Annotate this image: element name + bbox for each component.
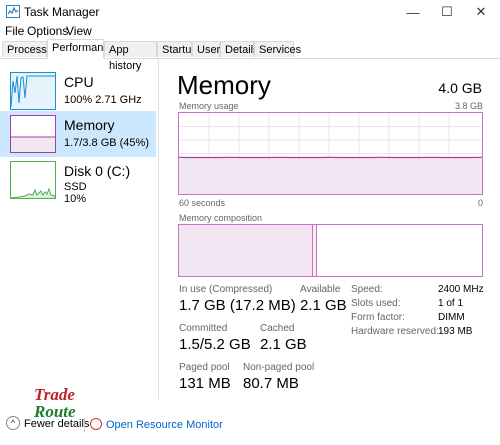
minimize-button[interactable]: — [396, 0, 430, 24]
menu-file[interactable]: File [5, 24, 24, 38]
tab-startup[interactable]: Startup [157, 41, 197, 57]
sidebar-item-memory[interactable]: Memory 1.7/3.8 GB (45%) [0, 111, 156, 157]
page-title: Memory [177, 70, 271, 100]
sidebar-item-cpu[interactable]: CPU 100% 2.71 GHz [0, 68, 156, 114]
memory-composition-bar [178, 224, 483, 277]
cpu-thumbnail-graph [10, 72, 56, 110]
fewer-details-link[interactable]: Fewer details [24, 418, 89, 430]
resource-monitor-icon[interactable] [90, 418, 102, 430]
memory-usage-max: 3.8 GB [454, 101, 483, 111]
window-title: Task Manager [24, 5, 100, 19]
available-value: 2.1 GB [300, 297, 347, 314]
time-axis-right: 0 [477, 198, 483, 208]
hardware-reserved-value: 193 MB [438, 326, 473, 337]
menu-view[interactable]: View [66, 24, 92, 38]
committed-label: Committed [179, 323, 228, 334]
sidebar-item-detail-2: 10% [64, 193, 87, 205]
slots-used-label: Slots used: [351, 298, 401, 309]
footer-divider [84, 418, 85, 432]
sidebar-item-label: Memory [64, 117, 115, 133]
cached-value: 2.1 GB [260, 336, 307, 353]
sidebar-item-label: Disk 0 (C:) [64, 163, 131, 179]
tab-details[interactable]: Details [220, 41, 259, 57]
paged-pool-label: Paged pool [179, 362, 230, 373]
composition-modified-segment [313, 225, 317, 276]
slots-used-value: 1 of 1 [438, 298, 464, 309]
sidebar-item-disk[interactable]: Disk 0 (C:) SSD 10% [0, 157, 156, 205]
tab-services[interactable]: Services [254, 41, 301, 57]
tab-performance[interactable]: Performance [47, 39, 115, 59]
menu-options[interactable]: Options [27, 24, 68, 38]
paged-pool-value: 131 MB [179, 375, 231, 392]
in-use-label: In use (Compressed) [179, 284, 273, 295]
tab-users[interactable]: Users [192, 41, 226, 57]
hardware-reserved-label: Hardware reserved: [351, 326, 439, 337]
sidebar-item-label: CPU [64, 74, 94, 90]
memory-composition-label: Memory composition [179, 213, 263, 223]
title-bar[interactable]: Task Manager — ☐ ✕ [0, 0, 500, 24]
tab-bar: Processes Performance App history Startu… [0, 39, 500, 72]
committed-value: 1.5/5.2 GB [179, 336, 251, 353]
in-use-value: 1.7 GB (17.2 MB) [179, 297, 296, 314]
memory-usage-area [179, 157, 482, 194]
sidebar-item-detail: SSD [64, 181, 87, 193]
form-factor-label: Form factor: [351, 312, 405, 323]
maximize-button[interactable]: ☐ [430, 0, 464, 24]
memory-usage-label: Memory usage [179, 101, 239, 111]
sidebar-item-detail: 1.7/3.8 GB (45%) [64, 137, 149, 149]
chevron-up-icon[interactable]: ^ [6, 416, 20, 430]
disk-thumbnail-graph [10, 161, 56, 199]
performance-sidebar: CPU 100% 2.71 GHz Memory 1.7/3.8 GB (45%… [0, 59, 159, 399]
tab-app-history[interactable]: App history [104, 41, 157, 72]
open-resource-monitor-link[interactable]: Open Resource Monitor [106, 419, 223, 431]
form-factor-value: DIMM [438, 312, 465, 323]
total-memory: 4.0 GB [438, 80, 482, 96]
time-axis-left: 60 seconds [179, 198, 226, 208]
task-manager-icon [6, 5, 20, 18]
available-label: Available [300, 284, 341, 295]
close-button[interactable]: ✕ [464, 0, 498, 24]
cached-label: Cached [260, 323, 295, 334]
composition-in-use-segment [179, 225, 313, 276]
memory-usage-graph [178, 112, 483, 195]
non-paged-pool-label: Non-paged pool [243, 362, 315, 373]
memory-thumbnail-graph [10, 115, 56, 153]
speed-label: Speed: [351, 284, 383, 295]
sidebar-item-detail: 100% 2.71 GHz [64, 94, 142, 106]
speed-value: 2400 MHz [438, 284, 484, 295]
tab-processes[interactable]: Processes [2, 41, 58, 57]
trade-route-logo: Trade Route [34, 385, 76, 421]
non-paged-pool-value: 80.7 MB [243, 375, 299, 392]
